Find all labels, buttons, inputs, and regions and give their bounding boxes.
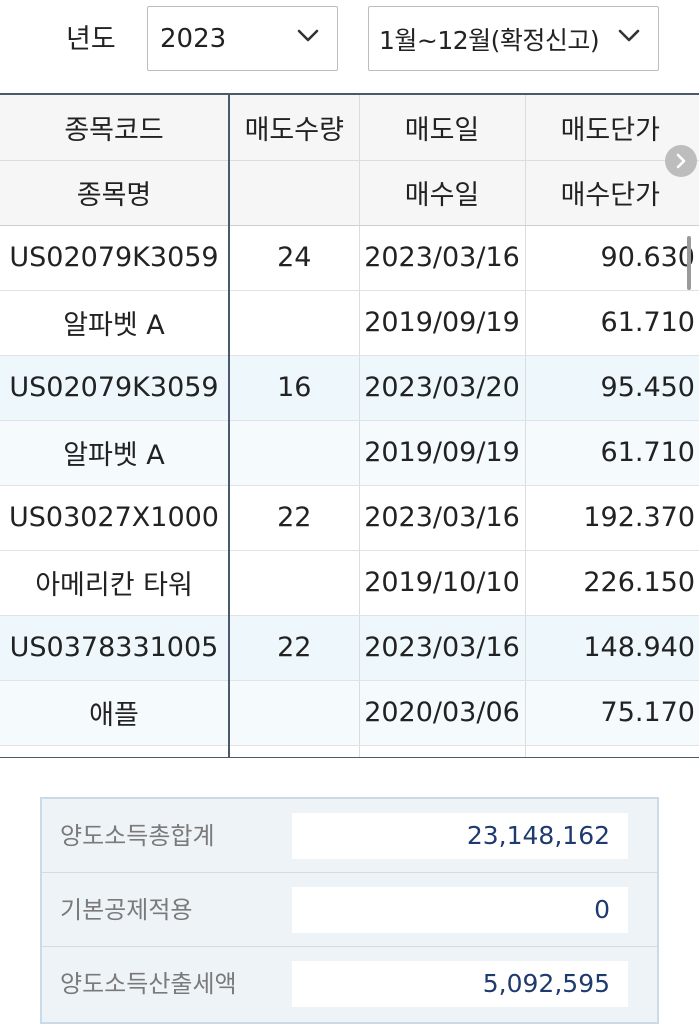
transactions-table[interactable]: 종목코드 매도수량 매도일 매도단가 종목명 매수일 매수단가 US02079K…	[0, 93, 699, 758]
header-sell-date: 매도일	[359, 95, 526, 161]
year-select[interactable]: 2023	[147, 6, 338, 71]
header-sell-quantity: 매도수량	[229, 95, 360, 161]
table-header-row: 종목명 매수일 매수단가	[0, 160, 699, 226]
cell-empty	[229, 680, 360, 746]
cell-sell-quantity: 22	[229, 615, 360, 681]
summary-label: 양도소득산출세액	[60, 970, 237, 998]
header-empty	[229, 160, 360, 226]
cell-buy-date: 2019/09/19	[359, 290, 526, 356]
cell-stock-name: 알파벳 A	[0, 290, 230, 356]
summary-value: 23,148,162	[292, 813, 628, 859]
cell-stock-name: 알파벳 A	[0, 420, 230, 486]
cell-buy-price: 61.710	[525, 290, 699, 356]
chevron-down-icon	[297, 29, 319, 43]
cell-buy-date: 2019/09/19	[359, 420, 526, 486]
scrollbar[interactable]	[687, 236, 691, 290]
table-row[interactable]: US02079K3059 16 2023/03/20 95.450	[0, 355, 699, 421]
summary-value: 5,092,595	[292, 961, 628, 1007]
tax-summary: 양도소득총합계 23,148,162 기본공제적용 0 양도소득산출세액 5,0…	[40, 797, 659, 1024]
cell-empty	[229, 290, 360, 356]
cell-sell-price: 90.630	[525, 225, 699, 291]
cell-sell-price: 148.940	[525, 615, 699, 681]
summary-label: 양도소득총합계	[60, 822, 215, 850]
cell-stock-code: US0378331005	[0, 615, 230, 681]
cell-stock-code	[0, 745, 230, 757]
cell-sell-date	[359, 745, 526, 757]
year-label: 년도	[66, 24, 116, 55]
chevron-down-icon	[618, 29, 640, 43]
table-row[interactable]	[0, 745, 699, 757]
cell-buy-price: 75.170	[525, 680, 699, 746]
cell-sell-date: 2023/03/20	[359, 355, 526, 421]
cell-stock-code: US02079K3059	[0, 355, 230, 421]
summary-label: 기본공제적용	[60, 896, 193, 924]
summary-row-calculated-tax: 양도소득산출세액 5,092,595	[42, 947, 657, 1021]
cell-stock-name: 애플	[0, 680, 230, 746]
cell-empty	[229, 420, 360, 486]
cell-stock-name: 아메리칸 타워	[0, 550, 230, 616]
cell-sell-date: 2023/03/16	[359, 485, 526, 551]
cell-sell-price: 192.370	[525, 485, 699, 551]
cell-sell-price	[525, 745, 699, 757]
cell-sell-quantity: 16	[229, 355, 360, 421]
cell-sell-quantity: 22	[229, 485, 360, 551]
summary-value: 0	[292, 887, 628, 933]
cell-buy-date: 2019/10/10	[359, 550, 526, 616]
table-row[interactable]: US0378331005 22 2023/03/16 148.940	[0, 615, 699, 681]
table-row[interactable]: US03027X1000 22 2023/03/16 192.370	[0, 485, 699, 551]
cell-buy-date: 2020/03/06	[359, 680, 526, 746]
cell-sell-date: 2023/03/16	[359, 615, 526, 681]
cell-buy-price: 61.710	[525, 420, 699, 486]
summary-row-total-gain: 양도소득총합계 23,148,162	[42, 799, 657, 873]
summary-row-basic-deduction: 기본공제적용 0	[42, 873, 657, 947]
table-row[interactable]: 애플 2020/03/06 75.170	[0, 680, 699, 746]
table-row[interactable]: 아메리칸 타워 2019/10/10 226.150	[0, 550, 699, 616]
year-select-value: 2023	[160, 23, 227, 54]
cell-empty	[229, 550, 360, 616]
header-stock-name: 종목명	[0, 160, 230, 226]
table-row[interactable]: 알파벳 A 2019/09/19 61.710	[0, 420, 699, 486]
filter-bar: 년도 2023 1월~12월(확정신고)	[0, 0, 699, 92]
table-row[interactable]: 알파벳 A 2019/09/19 61.710	[0, 290, 699, 356]
chevron-right-icon[interactable]	[665, 145, 697, 177]
period-select-value: 1월~12월(확정신고)	[379, 25, 600, 55]
period-select[interactable]: 1월~12월(확정신고)	[368, 6, 659, 71]
cell-stock-code: US03027X1000	[0, 485, 230, 551]
cell-stock-code: US02079K3059	[0, 225, 230, 291]
table-row[interactable]: US02079K3059 24 2023/03/16 90.630	[0, 225, 699, 291]
cell-sell-price: 95.450	[525, 355, 699, 421]
table-header-row: 종목코드 매도수량 매도일 매도단가	[0, 95, 699, 161]
cell-sell-quantity: 24	[229, 225, 360, 291]
cell-buy-price: 226.150	[525, 550, 699, 616]
cell-sell-date: 2023/03/16	[359, 225, 526, 291]
cell-sell-quantity	[229, 745, 360, 757]
header-buy-date: 매수일	[359, 160, 526, 226]
header-stock-code: 종목코드	[0, 95, 230, 161]
